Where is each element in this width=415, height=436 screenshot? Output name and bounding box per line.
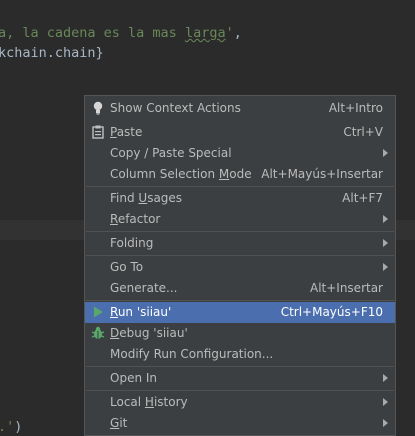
- menu-item-label: Run 'siiau': [110, 305, 172, 319]
- debug-icon: [91, 326, 105, 340]
- menu-item-run[interactable]: Run 'siiau' Ctrl+Mayús+F10: [85, 302, 395, 323]
- menu-item-label: Local History: [110, 395, 188, 409]
- menu-separator: [86, 300, 394, 301]
- menu-item-paste[interactable]: Paste Ctrl+V: [85, 122, 395, 143]
- menu-item-local-history[interactable]: Local History: [85, 392, 395, 413]
- menu-item-debug[interactable]: Debug 'siiau': [85, 323, 395, 344]
- menu-item-shortcut: Alt+F7: [342, 191, 383, 205]
- string-part-b: ': [225, 25, 234, 41]
- line1-suffix: ,: [233, 25, 242, 41]
- mnemonic: M: [218, 167, 230, 181]
- menu-separator: [86, 231, 394, 232]
- menu-item-open-in[interactable]: Open In: [85, 368, 395, 389]
- line3-string: .': [0, 419, 15, 435]
- run-icon: [91, 305, 105, 319]
- mnemonic: H: [144, 395, 154, 409]
- menu-item-label: Copy / Paste Special: [110, 146, 232, 160]
- menu-item-column-selection-mode[interactable]: Column Selection Mode Alt+Mayús+Insertar: [85, 164, 395, 185]
- mnemonic: G: [110, 416, 120, 430]
- string-part-a: a, la cadena es la mas: [0, 25, 185, 41]
- mnemonic: U: [138, 191, 148, 205]
- menu-item-label: Paste: [110, 125, 143, 139]
- mnemonic: R: [110, 305, 118, 319]
- submenu-arrow-icon: [383, 263, 388, 271]
- submenu-arrow-icon: [383, 215, 388, 223]
- menu-item-git[interactable]: Git: [85, 413, 395, 434]
- submenu-arrow-icon: [383, 149, 388, 157]
- code-line-2: kchain.chain}: [0, 45, 104, 61]
- lightbulb-icon: [91, 101, 105, 115]
- menu-item-label: Go To: [110, 260, 144, 274]
- menu-item-shortcut: Alt+Mayús+Insertar: [261, 167, 383, 181]
- menu-item-label: Refactor: [110, 212, 161, 226]
- menu-item-show-context-actions[interactable]: Show Context Actions Alt+Intro: [85, 98, 395, 119]
- menu-separator: [86, 186, 394, 187]
- menu-item-label: Git: [110, 416, 128, 430]
- menu-item-folding[interactable]: Folding: [85, 233, 395, 254]
- menu-item-shortcut: Ctrl+Mayús+F10: [280, 305, 383, 319]
- menu-item-label: Debug 'siiau': [110, 326, 188, 340]
- menu-item-modify-run-configuration[interactable]: Modify Run Configuration...: [85, 344, 395, 365]
- menu-separator: [86, 366, 394, 367]
- code-line-1: a, la cadena es la mas larga',: [0, 25, 242, 41]
- menu-item-label: Folding: [110, 236, 154, 250]
- submenu-arrow-icon: [383, 419, 388, 427]
- mnemonic: P: [110, 125, 117, 139]
- clipboard-icon: [91, 125, 105, 139]
- menu-item-label: Generate...: [110, 281, 178, 295]
- menu-separator: [86, 255, 394, 256]
- mnemonic: R: [110, 212, 118, 226]
- submenu-arrow-icon: [383, 398, 388, 406]
- menu-item-shortcut: Alt+Insertar: [309, 281, 383, 295]
- menu-item-label: Modify Run Configuration...: [110, 347, 274, 361]
- menu-item-label: Column Selection Mode: [110, 167, 252, 181]
- menu-item-label: Show Context Actions: [110, 101, 241, 115]
- menu-item-generate[interactable]: Generate... Alt+Insertar: [85, 278, 395, 299]
- context-menu: Show Context Actions Alt+Intro Paste Ctr…: [84, 95, 396, 436]
- menu-item-go-to[interactable]: Go To: [85, 257, 395, 278]
- mnemonic: D: [110, 326, 120, 340]
- menu-item-copy-paste-special[interactable]: Copy / Paste Special: [85, 143, 395, 164]
- submenu-arrow-icon: [383, 374, 388, 382]
- menu-item-refactor[interactable]: Refactor: [85, 209, 395, 230]
- menu-item-label: Open In: [110, 371, 158, 385]
- menu-separator: [86, 390, 394, 391]
- string-literal: a, la cadena es la mas larga': [0, 25, 234, 41]
- menu-item-shortcut: Alt+Intro: [328, 101, 383, 115]
- code-line-3: .'): [0, 419, 22, 435]
- typo-word: larga: [184, 25, 226, 41]
- line3-paren: ): [14, 419, 23, 435]
- menu-item-shortcut: Ctrl+V: [343, 125, 383, 139]
- submenu-arrow-icon: [383, 239, 388, 247]
- menu-item-find-usages[interactable]: Find Usages Alt+F7: [85, 188, 395, 209]
- menu-item-label: Find Usages: [110, 191, 183, 205]
